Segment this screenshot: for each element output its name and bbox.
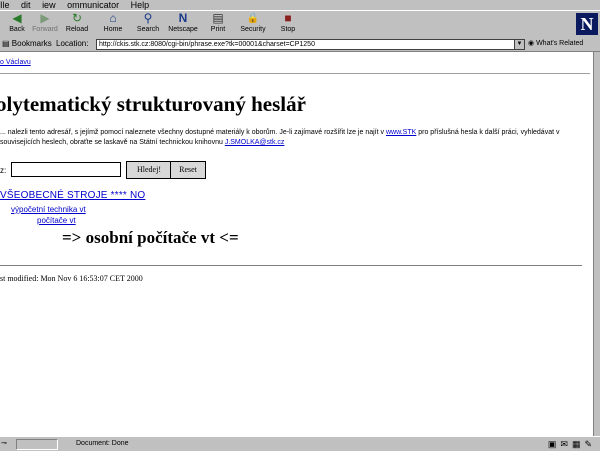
home-label: Home [103,26,123,33]
bookmarks-button[interactable]: ▤ Bookmarks [2,37,52,51]
location-bar: ▤ Bookmarks Location: http://ckis.stk.cz… [0,37,600,52]
forward-label: Forward [32,26,58,33]
top-divider [0,73,590,74]
page-title: olytematický strukturovaný heslář [0,92,306,116]
status-bar: ⊸ Document: Done ▣✉▦✎ [0,436,600,451]
vertical-scrollbar[interactable] [593,52,600,436]
reload-button[interactable]: ↻ Reload [60,12,94,36]
menu-communicator[interactable]: ommunicator [67,0,119,10]
home-button[interactable]: ⌂ Home [96,12,130,36]
component-bar: ▣✉▦✎ [548,437,596,451]
netscape-label: Netscape [168,26,198,33]
search-button[interactable]: ⚲ Search [131,12,165,36]
status-text: Document: Done [76,440,129,447]
security-key-icon[interactable]: ⊸ [1,439,11,448]
last-modified: st modified: Mon Nov 6 16:53:07 CET 2000 [0,274,143,283]
menu-bar: Ile dit iew ommunicator Help [0,0,600,10]
whats-related-label: What's Related [536,40,584,47]
security-label: Security [240,26,266,33]
netscape-icon: N [178,11,188,25]
search-submit-button[interactable]: Hledej! [126,161,172,179]
menu-view[interactable]: iew [42,0,56,10]
url-input[interactable]: http://ckis.stk.cz:8080/cgi-bin/phrase.e… [96,39,520,50]
forward-arrow-icon: ▶ [40,11,50,25]
tree-link-level2[interactable]: počítače vt [37,216,76,225]
breadcrumb-link[interactable]: VŠEOBECNÉ STROJE **** NO [0,190,145,201]
discussion-icon[interactable]: ▦ [572,439,585,449]
menu-file[interactable]: Ile [0,0,10,10]
reload-label: Reload [65,26,89,33]
current-term: => osobní počítače vt <= [62,228,239,247]
stop-label: Stop [280,26,296,33]
stk-link[interactable]: www.STK [386,129,416,136]
search-icon: ⚲ [143,11,153,25]
back-arrow-icon: ◀ [12,11,22,25]
related-icon: ◉ [528,40,537,47]
home-icon: ⌂ [109,11,117,25]
bookmarks-label: Bookmarks [11,39,52,48]
bottom-divider [0,265,582,266]
mail-icon[interactable]: ✉ [560,439,572,449]
security-button[interactable]: 🔒 Security [236,12,270,36]
composer-icon[interactable]: ✎ [584,439,596,449]
navigation-toolbar: ◀ Back ▶ Forward ↻ Reload ⌂ Home ⚲ Searc… [0,10,600,38]
top-link[interactable]: o Václavu [0,59,31,66]
print-icon: ▤ [212,11,224,25]
reload-icon: ↻ [71,11,83,25]
menu-help[interactable]: Help [131,0,150,10]
stop-button[interactable]: ■ Stop [271,12,305,36]
netscape-button[interactable]: N Netscape [166,12,200,36]
security-lock-icon: 🔒 [246,13,260,24]
location-label: Location: [56,39,89,48]
bookmarks-icon: ▤ [2,39,12,48]
email-link[interactable]: J.SMOLKA@stk.cz [225,139,285,146]
tree-link-level1[interactable]: výpočetní technika vt [11,205,86,214]
print-button[interactable]: ▤ Print [201,12,235,36]
navigator-icon[interactable]: ▣ [548,439,561,449]
page-content: o Václavu olytematický strukturovaný hes… [0,52,594,436]
progress-panel [16,439,58,450]
reset-button[interactable]: Reset [170,161,206,179]
search-input[interactable] [11,162,121,177]
search-field-label: z: [0,166,7,175]
stop-icon: ■ [284,11,292,25]
menu-edit[interactable]: dit [21,0,31,10]
forward-button[interactable]: ▶ Forward [28,12,62,36]
print-label: Print [210,26,226,33]
whats-related-button[interactable]: ◉ What's Related [528,37,583,51]
netscape-logo[interactable]: N [576,13,598,35]
url-dropdown-icon[interactable]: ▼ [514,39,525,50]
search-label: Search [136,26,160,33]
intro-text-1: ... nalezli tento adresář, s jejímž pomo… [0,129,386,136]
intro-paragraph: ... nalezli tento adresář, s jejímž pomo… [0,128,590,148]
